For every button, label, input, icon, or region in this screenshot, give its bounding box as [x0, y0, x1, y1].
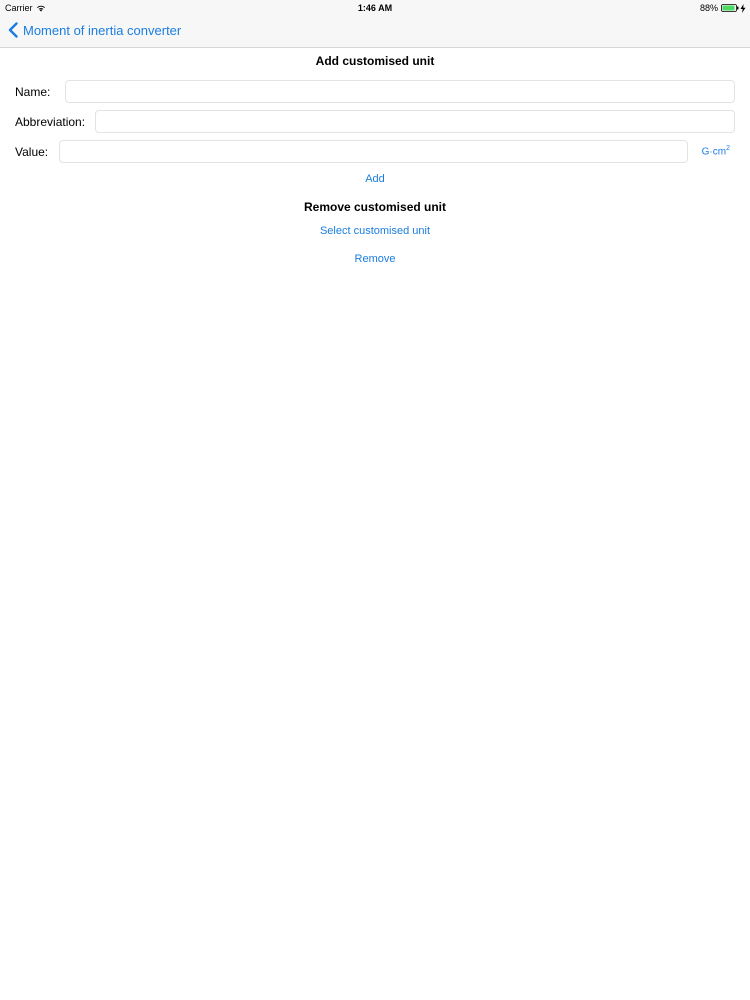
chevron-left-icon [8, 22, 18, 38]
remove-unit-title: Remove customised unit [303, 200, 447, 214]
back-label: Moment of inertia converter [23, 22, 182, 38]
abbreviation-label: Abbreviation: [15, 115, 86, 129]
unit-exponent: 2 [726, 145, 730, 152]
navigation-bar: Moment of inertia converter [0, 16, 750, 48]
status-bar: Carrier 1:46 AM 88% [0, 0, 750, 16]
status-time: 1:46 AM [357, 3, 393, 13]
value-field[interactable] [59, 140, 688, 163]
battery-percent: 88% [699, 3, 718, 13]
name-field[interactable] [65, 80, 735, 103]
add-button[interactable]: Add [0, 173, 750, 185]
back-button[interactable]: Moment of inertia converter [8, 22, 181, 38]
add-unit-title: Add customised unit [315, 54, 435, 68]
value-label: Value: [15, 145, 49, 159]
select-customised-unit-button[interactable]: Select customised unit [0, 225, 750, 237]
charging-bolt-icon [740, 3, 746, 13]
battery-icon [721, 4, 739, 12]
name-label: Name: [15, 85, 51, 99]
unit-selector[interactable]: G·cm2 [702, 145, 730, 157]
remove-button[interactable]: Remove [0, 253, 750, 265]
unit-base: G·cm [701, 146, 727, 158]
status-right: 88% [700, 3, 746, 13]
abbreviation-field[interactable] [95, 110, 735, 133]
